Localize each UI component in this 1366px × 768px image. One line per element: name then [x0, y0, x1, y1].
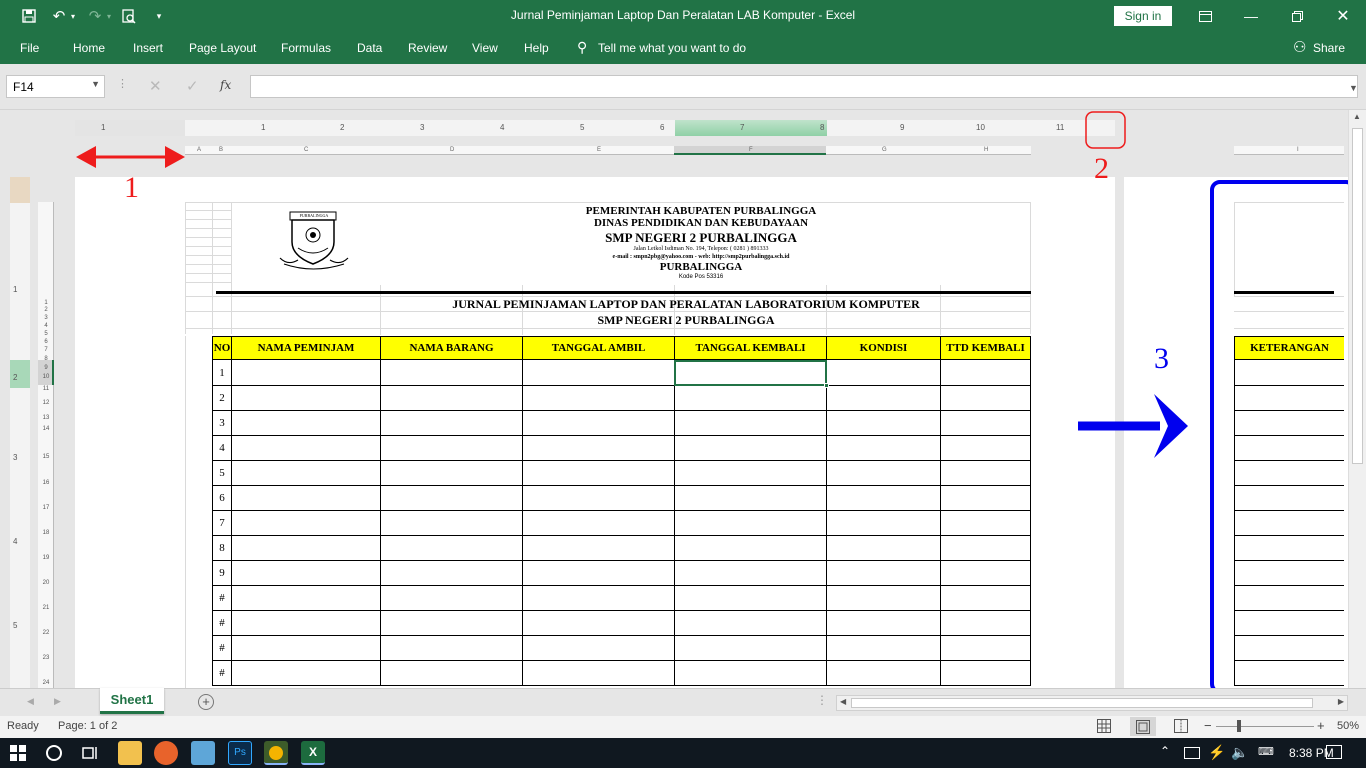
task-view-icon[interactable] [82, 745, 98, 764]
horizontal-scrollbar[interactable]: ◀ ▶ [836, 695, 1348, 711]
enter-entry-icon[interactable]: ✓ [186, 77, 199, 95]
zoom-out-icon[interactable]: − [1204, 718, 1212, 733]
zoom-slider-thumb[interactable] [1237, 720, 1241, 732]
sign-in-button[interactable]: Sign in [1114, 6, 1172, 26]
ribbon-display-icon[interactable] [1182, 0, 1228, 32]
name-box-dropdown-icon[interactable]: ▼ [91, 79, 100, 89]
scroll-right-icon[interactable]: ▶ [1338, 697, 1344, 706]
photoshop-icon[interactable]: Ps [228, 741, 252, 765]
status-page: Page: 1 of 2 [58, 720, 118, 732]
restore-icon[interactable] [1274, 0, 1320, 32]
annotation-label-1: 1 [124, 171, 139, 204]
file-explorer-icon[interactable] [118, 741, 142, 765]
show-hidden-icons-icon[interactable]: ⌃ [1160, 744, 1170, 758]
sheet-tab-sheet1[interactable]: Sheet1 [100, 688, 164, 714]
annotation-label-3: 3 [1154, 342, 1169, 375]
tab-split-icon[interactable]: ⋮ [816, 693, 828, 707]
tab-file[interactable]: File [20, 41, 39, 55]
sheet-tab-bar: ◀ ▶ Sheet1 + ⋮ ◀ ▶ [0, 688, 1366, 716]
tab-data[interactable]: Data [357, 41, 382, 55]
status-bar: Ready Page: 1 of 2 − + 50% [0, 716, 1366, 738]
tab-insert[interactable]: Insert [133, 41, 163, 55]
tab-view[interactable]: View [472, 41, 498, 55]
tab-review[interactable]: Review [408, 41, 447, 55]
vertical-scroll-thumb[interactable] [1352, 128, 1363, 464]
next-sheet-icon[interactable]: ▶ [54, 696, 61, 707]
page-break-preview-icon[interactable] [1174, 719, 1188, 733]
insert-function-icon[interactable]: fx [220, 78, 231, 92]
close-icon[interactable]: ✕ [1320, 0, 1366, 32]
name-box[interactable]: F14 ▼ [6, 75, 105, 98]
cortana-search-icon[interactable] [46, 745, 62, 761]
zoom-slider-track[interactable] [1216, 726, 1314, 727]
tell-me-search[interactable]: Tell me what you want to do [598, 41, 746, 55]
tab-home[interactable]: Home [73, 41, 105, 55]
name-box-value: F14 [13, 80, 34, 94]
ime-icon[interactable]: ⌨ [1258, 745, 1274, 758]
prev-sheet-icon[interactable]: ◀ [27, 696, 34, 707]
vertical-scrollbar[interactable]: ▲ [1348, 110, 1366, 688]
notes-app-icon[interactable] [191, 741, 215, 765]
title-bar: ↶ ▾ ↷ ▾ ▾ Jurnal Peminjaman Laptop Dan P… [0, 0, 1366, 32]
power-icon[interactable]: ⚡ [1208, 744, 1225, 761]
tab-help[interactable]: Help [524, 41, 549, 55]
normal-view-icon[interactable] [1097, 719, 1111, 733]
scroll-left-icon[interactable]: ◀ [840, 697, 846, 706]
excel-taskbar-icon[interactable]: X [301, 741, 325, 765]
notifications-icon[interactable] [1326, 745, 1342, 759]
scroll-up-icon[interactable]: ▲ [1353, 112, 1361, 121]
share-user-icon: ⚇ [1293, 39, 1307, 56]
windows-start-icon[interactable] [10, 745, 26, 764]
network-icon[interactable] [1184, 747, 1200, 759]
formula-input[interactable] [250, 75, 1358, 98]
zoom-in-icon[interactable]: + [1317, 718, 1325, 733]
horizontal-scroll-thumb[interactable] [851, 698, 1313, 708]
minimize-icon[interactable]: — [1228, 0, 1274, 32]
ribbon-tabs: File Home Insert Page Layout Formulas Da… [0, 32, 1366, 64]
tab-page-layout[interactable]: Page Layout [189, 41, 256, 55]
browser-icon[interactable] [154, 741, 178, 765]
lightbulb-icon: ⚲ [577, 39, 588, 55]
annotation-layer [76, 111, 1348, 688]
status-ready: Ready [7, 720, 39, 732]
zoom-level[interactable]: 50% [1337, 720, 1359, 732]
windows-taskbar: Ps X ⌃ ⚡ 🔈 ⌨ 8:38 PM [0, 738, 1366, 768]
volume-icon[interactable]: 🔈 [1231, 744, 1248, 761]
annotation-label-2: 2 [1094, 152, 1109, 185]
cancel-entry-icon[interactable]: ✕ [149, 77, 162, 95]
page-layout-view-icon[interactable] [1130, 717, 1156, 736]
share-button[interactable]: Share [1313, 41, 1345, 55]
worksheet-canvas[interactable]: 1 1 2 3 4 5 6 7 8 9 10 11 A B C D E F G … [0, 110, 1348, 688]
running-app-icon[interactable] [264, 741, 288, 765]
more-options-icon: ⋮ [117, 78, 128, 90]
formula-bar: F14 ▼ ⋮ ✕ ✓ fx ▼ [0, 64, 1366, 110]
new-sheet-button[interactable]: + [198, 694, 214, 710]
tab-formulas[interactable]: Formulas [281, 41, 331, 55]
expand-formula-bar-icon[interactable]: ▼ [1349, 83, 1358, 93]
